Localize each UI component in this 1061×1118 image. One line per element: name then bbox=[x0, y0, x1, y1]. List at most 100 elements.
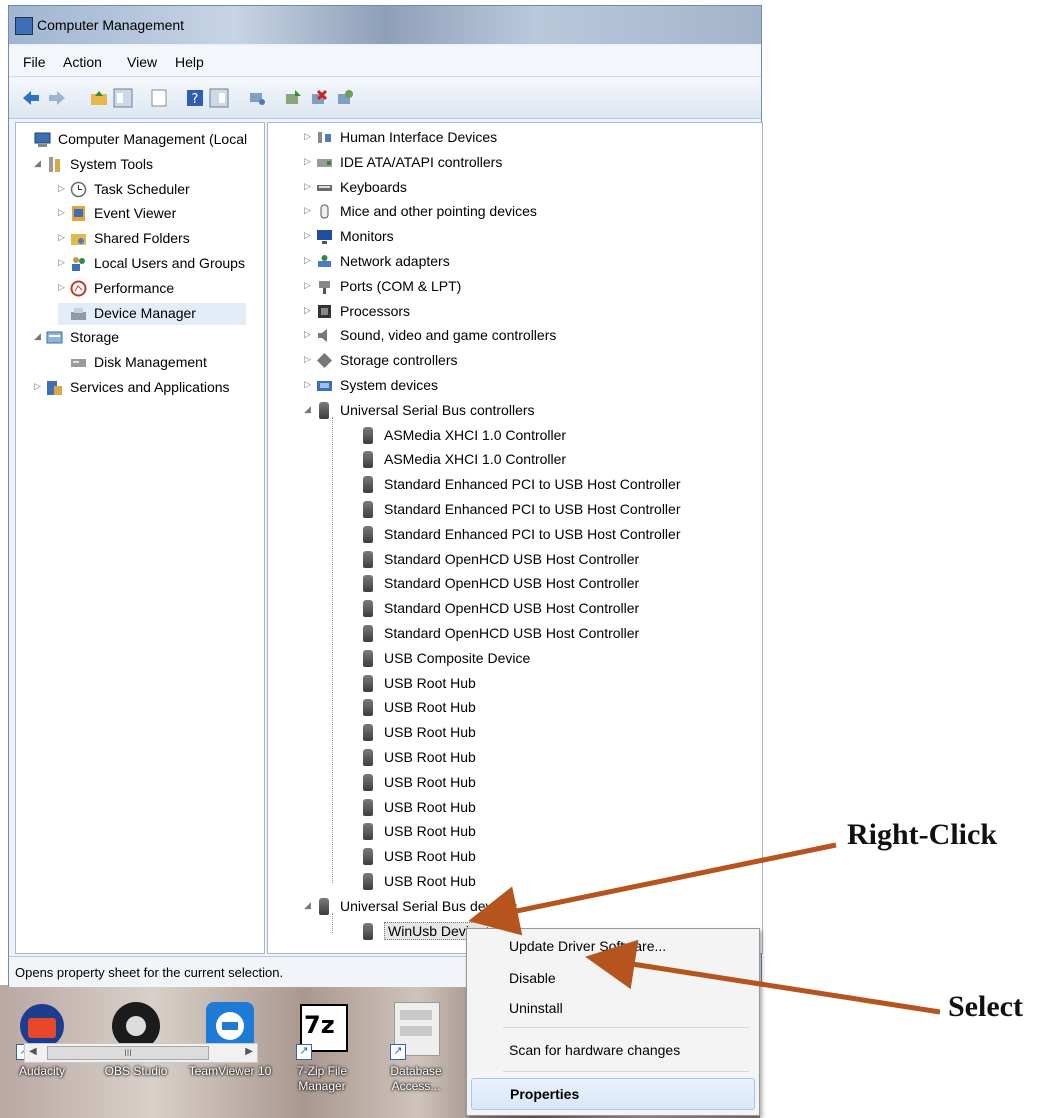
device-label: Standard OpenHCD USB Host Controller bbox=[384, 550, 640, 567]
usb-icon bbox=[360, 773, 377, 791]
7zip-icon: 7z ↗ bbox=[296, 1000, 348, 1060]
usb-icon bbox=[360, 451, 377, 469]
usb-icon bbox=[360, 426, 377, 444]
back-icon[interactable] bbox=[21, 88, 41, 108]
network-adapter-icon bbox=[318, 255, 331, 267]
expand-arrow-icon[interactable]: ▷ bbox=[58, 183, 65, 194]
expand-arrow-icon[interactable]: ▷ bbox=[58, 232, 65, 243]
nav-tree-item[interactable]: Device Manager bbox=[58, 302, 246, 325]
expand-arrow-icon[interactable]: ▷ bbox=[34, 381, 41, 392]
shortcut-arrow-icon: ↗ bbox=[390, 1044, 406, 1060]
device-label: USB Root Hub bbox=[384, 773, 476, 790]
show-hide-tree-icon[interactable] bbox=[113, 88, 133, 108]
menu-item-scan[interactable]: Scan for hardware changes bbox=[471, 1035, 753, 1065]
menu-item-update-driver[interactable]: Update Driver Software... bbox=[471, 931, 753, 961]
device-category-label: Storage controllers bbox=[340, 352, 458, 369]
usb-icon bbox=[360, 922, 377, 940]
menu-action[interactable]: Action bbox=[63, 54, 102, 70]
scroll-thumb[interactable]: III bbox=[47, 1046, 209, 1060]
hid-icon bbox=[318, 132, 331, 143]
device-label: USB Root Hub bbox=[384, 873, 476, 889]
status-text: Opens property sheet for the current sel… bbox=[15, 965, 284, 980]
scroll-right-icon[interactable]: ▶ bbox=[245, 1046, 253, 1057]
monitor-icon bbox=[317, 230, 332, 245]
device-label: USB Root Hub bbox=[384, 674, 476, 691]
scan-hardware-icon[interactable] bbox=[247, 88, 267, 108]
collapse-arrow-icon[interactable]: ◢ bbox=[304, 404, 311, 415]
show-action-pane-icon[interactable] bbox=[209, 88, 229, 108]
uninstall-icon[interactable] bbox=[309, 88, 329, 108]
ide-controller-icon bbox=[317, 158, 332, 167]
desktop-shortcut[interactable]: ↗ Database Access... bbox=[370, 1000, 462, 1094]
device-label: Standard OpenHCD USB Host Controller bbox=[384, 600, 640, 617]
expand-arrow-icon[interactable]: ▷ bbox=[304, 305, 311, 316]
expand-arrow-icon[interactable]: ▷ bbox=[304, 255, 311, 266]
right-click-annotation: Right-Click bbox=[847, 818, 997, 851]
collapse-arrow-icon[interactable]: ◢ bbox=[304, 900, 311, 911]
usb-icon bbox=[360, 798, 377, 816]
usb-icon bbox=[360, 873, 377, 890]
title-bar[interactable]: Computer Management bbox=[9, 6, 761, 44]
keyboard-icon bbox=[317, 184, 332, 191]
usb-icon bbox=[360, 625, 377, 642]
expand-arrow-icon[interactable]: ◢ bbox=[34, 158, 41, 169]
expand-arrow-icon[interactable]: ▷ bbox=[304, 230, 311, 241]
update-driver-icon[interactable] bbox=[283, 88, 303, 108]
expand-arrow-icon[interactable]: ▷ bbox=[304, 280, 311, 291]
toolbar: ? bbox=[9, 78, 761, 119]
horizontal-scrollbar[interactable]: ◀ III ▶ bbox=[24, 1043, 258, 1063]
navigation-tree-pane: Computer Management (Local ◢ System Tools ▷… bbox=[15, 122, 265, 1063]
forward-icon[interactable] bbox=[47, 88, 67, 108]
menu-item-uninstall[interactable]: Uninstall bbox=[471, 993, 753, 1023]
storage-controller-icon bbox=[317, 353, 332, 369]
expand-arrow-icon[interactable]: ▷ bbox=[304, 379, 311, 390]
shortcut-arrow-icon: ↗ bbox=[296, 1044, 312, 1060]
expand-arrow-icon[interactable]: ▷ bbox=[58, 207, 65, 218]
tree-connector-line bbox=[332, 912, 333, 933]
usb-icon bbox=[360, 699, 377, 717]
expand-arrow-icon[interactable]: ▷ bbox=[304, 329, 311, 340]
desktop-shortcut[interactable]: ↗OBS Studio bbox=[90, 1000, 182, 1079]
expand-arrow-icon[interactable]: ◢ bbox=[34, 331, 41, 342]
menu-item-properties[interactable]: Properties bbox=[471, 1078, 755, 1110]
nav-tree-label: Disk Management bbox=[94, 354, 207, 371]
scroll-left-icon[interactable]: ◀ bbox=[29, 1046, 37, 1057]
desktop-shortcut-label: Audacity bbox=[18, 1064, 66, 1078]
nav-tree-label: Device Manager bbox=[94, 304, 196, 321]
device-label: ASMedia XHCI 1.0 Controller bbox=[384, 426, 567, 443]
disable-device-icon[interactable] bbox=[335, 88, 355, 108]
menu-help[interactable]: Help bbox=[175, 54, 204, 70]
desktop-shortcut[interactable]: 7z ↗ 7-Zip File Manager bbox=[276, 1000, 368, 1094]
properties-icon[interactable] bbox=[149, 88, 169, 108]
device-category-label: IDE ATA/ATAPI controllers bbox=[340, 153, 503, 170]
expand-arrow-icon[interactable]: ▷ bbox=[304, 181, 311, 192]
usb-icon bbox=[360, 476, 377, 494]
desktop-shortcut[interactable]: ↗TeamViewer 10 bbox=[184, 1000, 276, 1079]
clock-icon bbox=[70, 181, 87, 197]
device-label: Standard OpenHCD USB Host Controller bbox=[384, 625, 640, 641]
menu-view[interactable]: View bbox=[127, 54, 157, 70]
usb-icon bbox=[360, 600, 377, 618]
help-icon[interactable]: ? bbox=[185, 88, 205, 108]
expand-arrow-icon[interactable]: ▷ bbox=[58, 257, 65, 268]
expand-arrow-icon[interactable]: ▷ bbox=[304, 156, 311, 167]
usb-icon bbox=[360, 823, 377, 841]
expand-arrow-icon[interactable]: ▷ bbox=[304, 205, 311, 216]
device-label: USB Composite Device bbox=[384, 649, 531, 666]
expand-arrow-icon[interactable]: ▷ bbox=[58, 282, 65, 293]
device-category-label: Keyboards bbox=[340, 178, 407, 195]
menu-item-disable[interactable]: Disable bbox=[471, 963, 753, 993]
device-label: Standard Enhanced PCI to USB Host Contro… bbox=[384, 476, 681, 493]
storage-icon bbox=[46, 331, 63, 344]
device-category-label: Network adapters bbox=[340, 253, 450, 269]
expand-arrow-icon[interactable]: ▷ bbox=[304, 354, 311, 365]
desktop-shortcut-label: OBS Studio bbox=[104, 1064, 168, 1078]
app-icon bbox=[15, 17, 33, 35]
device-category-label: Ports (COM & LPT) bbox=[340, 277, 462, 294]
nav-tree-label: System Tools bbox=[70, 155, 153, 172]
desktop-shortcut[interactable]: ↗Audacity bbox=[0, 1000, 88, 1079]
menu-file[interactable]: File bbox=[23, 54, 46, 70]
device-category-label: Universal Serial Bus devices bbox=[340, 897, 518, 914]
expand-arrow-icon[interactable]: ▷ bbox=[304, 131, 311, 142]
up-folder-icon[interactable] bbox=[89, 88, 109, 108]
